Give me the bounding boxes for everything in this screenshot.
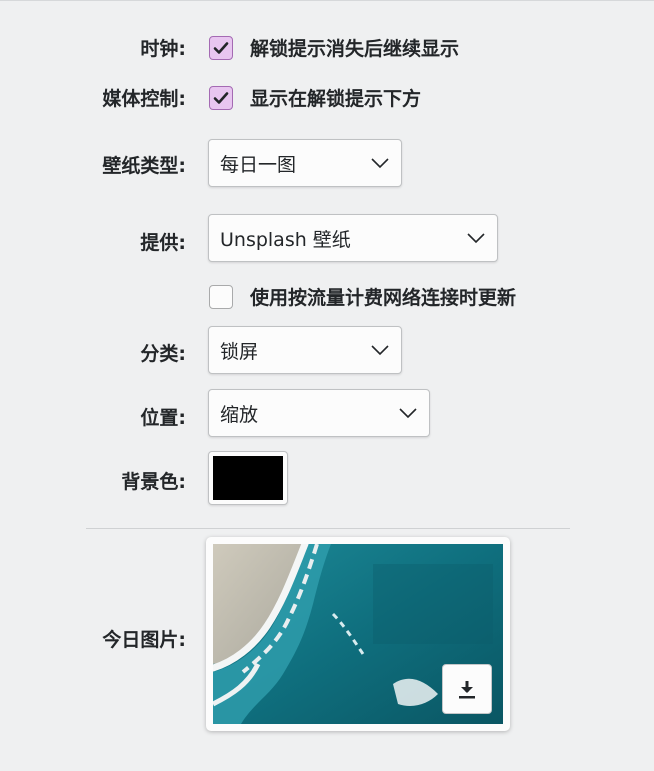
- metered-option-text: 使用按流量计费网络连接时更新: [250, 287, 517, 309]
- media-label: 媒体控制:: [102, 88, 186, 110]
- provider-combobox[interactable]: Unsplash 壁纸: [208, 214, 498, 262]
- metered-option[interactable]: 使用按流量计费网络连接时更新: [209, 283, 516, 310]
- media-option-text: 显示在解锁提示下方: [250, 88, 422, 110]
- clock-option[interactable]: 解锁提示消失后继续显示: [209, 34, 459, 61]
- metered-checkbox[interactable]: [209, 284, 233, 309]
- position-combobox[interactable]: 缩放: [208, 389, 430, 437]
- background-color-button[interactable]: [208, 451, 288, 505]
- chevron-down-icon: [371, 158, 389, 169]
- provider-label: 提供:: [140, 232, 186, 254]
- check-icon: [213, 91, 229, 104]
- clock-option-text: 解锁提示消失后继续显示: [250, 38, 460, 60]
- section-divider: [86, 528, 570, 529]
- top-divider: [0, 0, 654, 1]
- chevron-down-icon: [371, 345, 389, 356]
- color-swatch: [213, 456, 283, 500]
- position-value: 缩放: [220, 403, 259, 426]
- media-option[interactable]: 显示在解锁提示下方: [209, 84, 421, 111]
- clock-label: 时钟:: [140, 38, 186, 60]
- chevron-down-icon: [399, 408, 417, 419]
- wallpaper-type-value: 每日一图: [220, 153, 297, 176]
- background-color-label: 背景色:: [121, 471, 186, 493]
- provider-value: Unsplash 壁纸: [220, 228, 351, 251]
- check-icon: [213, 41, 229, 54]
- position-label: 位置:: [140, 407, 186, 429]
- category-value: 锁屏: [220, 340, 259, 363]
- category-label: 分类:: [140, 343, 186, 365]
- category-combobox[interactable]: 锁屏: [208, 326, 402, 374]
- clock-checkbox[interactable]: [209, 35, 233, 60]
- download-icon: [459, 681, 475, 699]
- media-checkbox[interactable]: [209, 85, 233, 110]
- wallpaper-type-label: 壁纸类型:: [102, 155, 186, 177]
- today-image-label: 今日图片:: [102, 629, 186, 651]
- chevron-down-icon: [467, 233, 485, 244]
- wallpaper-type-combobox[interactable]: 每日一图: [208, 139, 402, 187]
- download-button[interactable]: [442, 664, 492, 714]
